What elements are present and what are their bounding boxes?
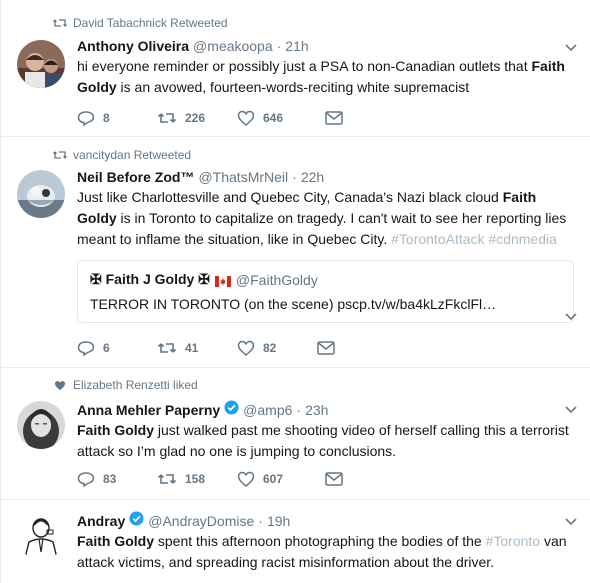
tweet-text-part: hi everyone reminder or possibly just a … — [77, 58, 532, 74]
dm-button[interactable] — [325, 472, 343, 486]
envelope-icon — [325, 111, 343, 125]
tweet-2-context: vancitydan Retweeted — [53, 148, 191, 162]
author-name[interactable]: Andray — [77, 513, 125, 529]
tweet-actions: 8 226 646 — [77, 110, 343, 126]
reply-icon — [77, 341, 95, 356]
quoted-author-name: ✠ Faith J Goldy ✠ — [90, 271, 210, 287]
chevron-down-icon[interactable] — [564, 514, 578, 528]
retweet-icon — [157, 113, 177, 123]
retweet-button[interactable]: 41 — [157, 341, 237, 355]
retweet-icon — [157, 474, 177, 484]
timestamp[interactable]: 22h — [301, 169, 324, 185]
tweet-text-part: spent this afternoon photographing the b… — [154, 533, 486, 549]
tweet-actions: 6 41 82 — [77, 340, 335, 356]
chevron-down-icon[interactable] — [564, 402, 578, 416]
reply-count: 8 — [103, 111, 110, 125]
author-handle[interactable]: @amp6 — [243, 402, 292, 418]
retweet-button[interactable]: 158 — [157, 472, 237, 486]
tweet-text-bold: Faith Goldy — [77, 422, 154, 438]
chevron-down-icon[interactable] — [564, 40, 578, 54]
retweet-count: 158 — [185, 472, 206, 486]
retweet-icon — [157, 343, 177, 353]
dm-button[interactable] — [317, 341, 335, 355]
avatar[interactable] — [17, 512, 65, 560]
chevron-down-icon[interactable] — [564, 309, 578, 323]
author-name[interactable]: Neil Before Zod™ — [77, 169, 194, 185]
tweet-header: Andray @AndrayDomise · 19h — [77, 511, 574, 529]
like-count: 82 — [263, 341, 277, 355]
tweet-3[interactable]: Elizabeth Renzetti liked Anna Mehler Pap… — [1, 368, 590, 500]
tweet-1-context-text[interactable]: David Tabachnick Retweeted — [73, 16, 228, 30]
avatar[interactable] — [17, 40, 65, 88]
heart-icon — [237, 471, 255, 487]
avatar[interactable] — [17, 170, 65, 218]
tweet-2-context-text[interactable]: vancitydan Retweeted — [73, 148, 191, 162]
heart-icon — [53, 378, 67, 392]
quoted-author-handle: @FaithGoldy — [235, 271, 318, 288]
tweet-2[interactable]: vancitydan Retweeted Neil Before Zod™ @T… — [1, 137, 590, 368]
retweet-button[interactable]: 226 — [157, 111, 237, 125]
like-count: 646 — [263, 111, 284, 125]
tweet-text-part: Just like Charlottesville and Quebec Cit… — [77, 189, 503, 205]
retweet-icon — [53, 16, 67, 30]
timestamp[interactable]: 23h — [305, 402, 328, 418]
tweet-header: Anna Mehler Paperny @amp6 · 23h — [77, 400, 574, 418]
tweet-text: hi everyone reminder or possibly just a … — [77, 56, 574, 98]
reply-button[interactable]: 83 — [77, 471, 157, 487]
verified-badge-icon — [224, 400, 239, 415]
hashtag-link[interactable]: #Toronto — [486, 533, 540, 549]
tweet-3-context-text[interactable]: Elizabeth Renzetti liked — [73, 378, 198, 392]
like-button[interactable]: 82 — [237, 340, 317, 356]
dm-button[interactable] — [325, 111, 343, 125]
author-name[interactable]: Anthony Oliveira — [77, 38, 189, 54]
like-count: 607 — [263, 472, 284, 486]
separator: · — [296, 402, 302, 418]
tweet-text: Faith Goldy just walked past me shooting… — [77, 420, 574, 462]
tweet-header: Anthony Oliveira @meakoopa · 21h — [77, 38, 574, 54]
quoted-tweet-text: TERROR IN TORONTO (on the scene) pscp.tv… — [90, 296, 497, 312]
separator: · — [292, 169, 297, 185]
author-handle[interactable]: @AndrayDomise — [148, 513, 254, 529]
quoted-tweet-header: ✠ Faith J Goldy ✠ @FaithGoldy — [90, 271, 561, 288]
tweet-text-bold: Faith Goldy — [77, 533, 154, 549]
canada-flag-icon — [214, 274, 231, 287]
tweet-header: Neil Before Zod™ @ThatsMrNeil · 22h — [77, 169, 574, 185]
separator: · — [258, 513, 263, 529]
hashtag-link[interactable]: #TorontoAttack — [391, 231, 484, 247]
tweet-text-part: is an avowed, fourteen-words-reciting wh… — [116, 79, 470, 95]
envelope-icon — [325, 472, 343, 486]
avatar[interactable] — [17, 401, 65, 449]
timestamp[interactable]: 21h — [285, 38, 308, 54]
author-name[interactable]: Anna Mehler Paperny — [77, 402, 220, 418]
retweet-count: 226 — [185, 111, 206, 125]
reply-icon — [77, 111, 95, 126]
author-handle[interactable]: @meakoopa — [193, 38, 273, 54]
timestamp[interactable]: 19h — [267, 513, 290, 529]
tweet-text: Faith Goldy spent this afternoon photogr… — [77, 531, 574, 573]
like-button[interactable]: 646 — [237, 110, 325, 126]
tweet-text: Just like Charlottesville and Quebec Cit… — [77, 187, 574, 250]
author-handle[interactable]: @ThatsMrNeil — [198, 169, 288, 185]
heart-icon — [237, 340, 255, 356]
tweet-3-context: Elizabeth Renzetti liked — [53, 378, 198, 392]
timeline: David Tabachnick Retweeted Anthony Olive… — [0, 0, 590, 583]
reply-count: 83 — [103, 472, 117, 486]
envelope-icon — [317, 341, 335, 355]
tweet-4[interactable]: Andray @AndrayDomise · 19h Faith Goldy s… — [1, 500, 590, 583]
tweet-1-context: David Tabachnick Retweeted — [53, 16, 228, 30]
hashtag-link[interactable]: #cdnmedia — [488, 231, 557, 247]
retweet-count: 41 — [185, 341, 199, 355]
reply-button[interactable]: 8 — [77, 110, 157, 126]
tweet-actions: 83 158 607 — [77, 471, 343, 487]
verified-badge-icon — [129, 511, 144, 526]
like-button[interactable]: 607 — [237, 471, 325, 487]
reply-count: 6 — [103, 341, 110, 355]
quoted-tweet[interactable]: ✠ Faith J Goldy ✠ @FaithGoldy TERROR IN … — [77, 260, 574, 323]
heart-icon — [237, 110, 255, 126]
tweet-1[interactable]: David Tabachnick Retweeted Anthony Olive… — [1, 0, 590, 137]
separator: · — [276, 38, 282, 54]
retweet-icon — [53, 148, 67, 162]
reply-button[interactable]: 6 — [77, 340, 157, 356]
reply-icon — [77, 472, 95, 487]
